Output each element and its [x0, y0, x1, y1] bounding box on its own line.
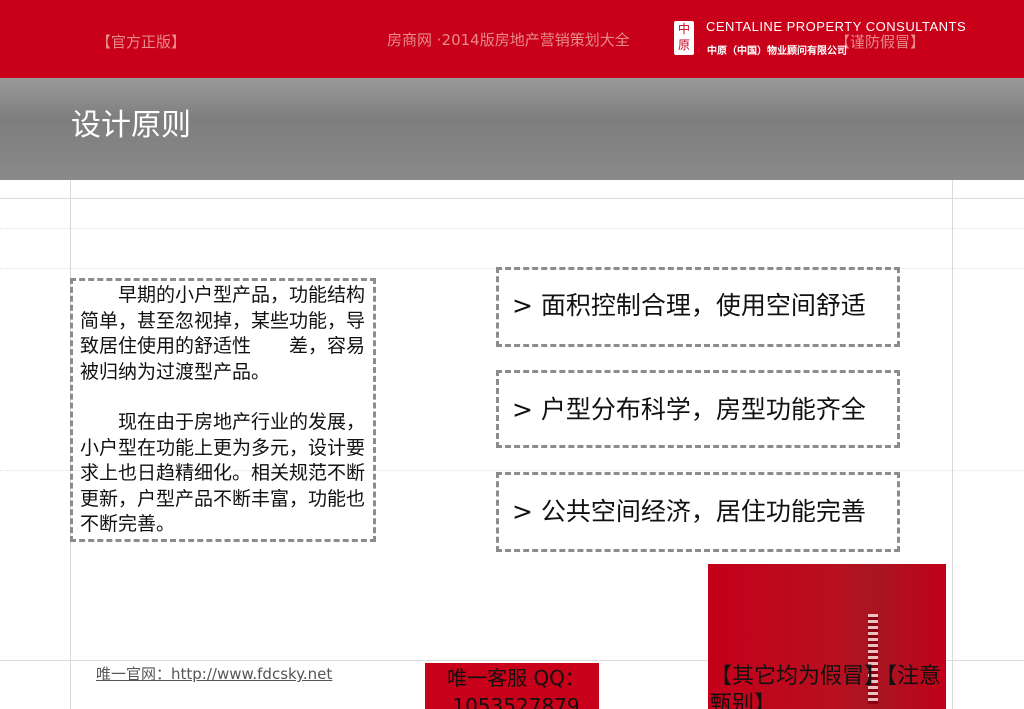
- description-paragraph: 早期的小户型产品，功能结构简单，甚至忽视掉，某些功能，导致居住使用的舒适性 差，…: [80, 284, 366, 383]
- brand-name-en: CENTALINE PROPERTY CONSULTANTS: [706, 19, 967, 34]
- header-band: 【官方正版】 房商网 ·2014版房地产营销策划大全 【谨防假冒】 中原 CEN…: [0, 0, 1024, 78]
- point-public-space: > 公共空间经济，居住功能完善: [512, 497, 866, 526]
- point-layout-science: > 户型分布科学，房型功能齐全: [512, 395, 866, 424]
- guide-line: [0, 198, 1024, 199]
- point-area-control: > 面积控制合理，使用空间舒适: [512, 291, 866, 320]
- centaline-logo-icon: 中原: [674, 21, 694, 55]
- watermark-beware: 【谨防假冒】: [835, 33, 926, 51]
- counterfeit-notice: 【其它均为假冒】【注意甄别】: [710, 664, 942, 709]
- watermark-collection: 房商网 ·2014版房地产营销策划大全: [387, 31, 630, 49]
- qq-contact-box: 唯一客服 QQ：1053527879: [425, 663, 599, 709]
- brand-name-cn: 中原（中国）物业顾问有限公司: [707, 46, 847, 57]
- guide-line: [0, 228, 1024, 229]
- official-website-link[interactable]: 唯一官网：http://www.fdcsky.net: [96, 663, 332, 684]
- description-text: 早期的小户型产品，功能结构简单，甚至忽视掉，某些功能，导致居住使用的舒适性 差，…: [80, 283, 370, 538]
- title-band: 设计原则: [0, 78, 1024, 180]
- slide-title: 设计原则: [71, 108, 191, 143]
- watermark-official: 【官方正版】: [96, 33, 187, 51]
- qq-contact-text: 唯一客服 QQ：1053527879: [447, 666, 585, 709]
- description-paragraph: 现在由于房地产行业的发展，小户型在功能上更为多元，设计要求上也日趋精细化。相关规…: [80, 411, 366, 535]
